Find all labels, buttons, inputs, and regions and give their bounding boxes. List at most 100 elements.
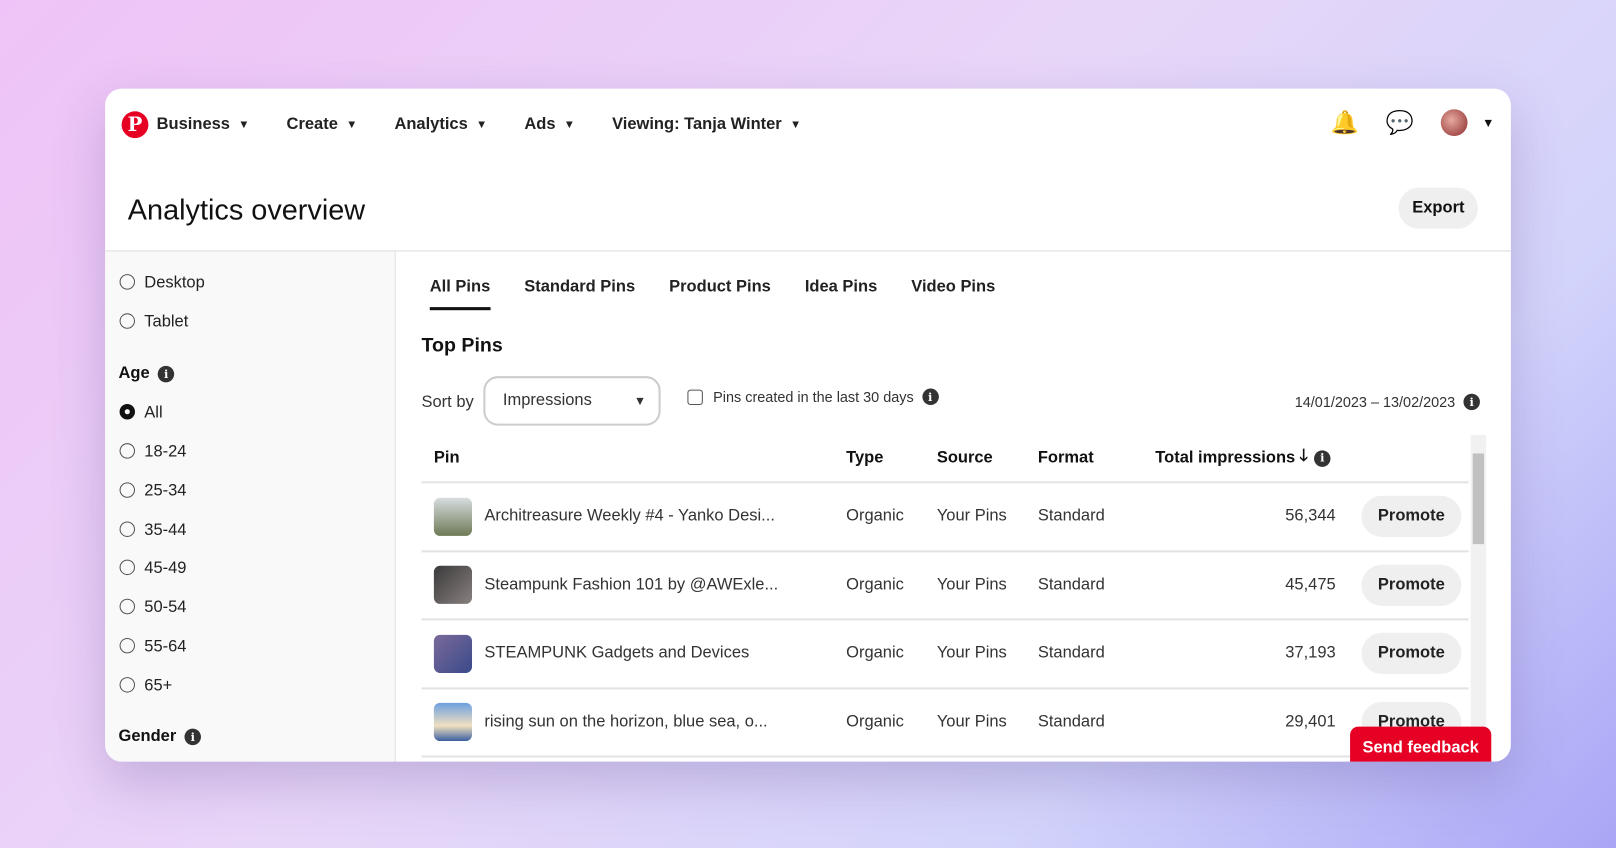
table-row[interactable]: STEAMPUNK Gadgets and Devices Organic Yo… (421, 620, 1469, 689)
pin-thumbnail[interactable] (433, 566, 473, 605)
nav-label: Business (156, 115, 230, 133)
top-pins-table: Pin Type Source Format Total impressions… (421, 435, 1469, 758)
tab-idea-pins[interactable]: Idea Pins (805, 278, 877, 310)
table-row[interactable]: Architreasure Weekly #4 - Yanko Desi... … (421, 483, 1469, 552)
pin-title[interactable]: Architreasure Weekly #4 - Yanko Desi... (484, 507, 775, 526)
radio-label: Tablet (144, 313, 189, 331)
top-nav: P Business ▼ Create ▼ Analytics ▼ Ads ▼ View… (121, 109, 1494, 140)
pin-thumbnail[interactable] (433, 703, 473, 742)
pin-title[interactable]: STEAMPUNK Gadgets and Devices (484, 644, 749, 663)
checkbox-icon[interactable] (687, 389, 703, 405)
promote-button[interactable]: Promote (1361, 495, 1462, 538)
promote-button[interactable]: Promote (1361, 564, 1462, 606)
age-heading: Age i (119, 365, 175, 384)
nav-label: Viewing: Tanja Winter (612, 115, 782, 133)
bell-icon[interactable]: 🔔 (1331, 109, 1359, 136)
nav-analytics[interactable]: Analytics ▼ (394, 115, 487, 134)
tab-standard-pins[interactable]: Standard Pins (524, 278, 635, 310)
scrollbar[interactable] (1470, 434, 1487, 762)
arrow-down-icon: 🡓 (1299, 447, 1308, 465)
radio-tablet[interactable]: Tablet (119, 312, 189, 332)
col-format: Format (1037, 448, 1094, 467)
nav-viewing-account[interactable]: Viewing: Tanja Winter ▼ (612, 115, 801, 134)
col-impressions[interactable]: Total impressions 🡓 i (1155, 444, 1361, 472)
col-source: Source (936, 448, 993, 467)
type-cell: Organic (846, 712, 904, 731)
nav-label: Ads (524, 115, 556, 133)
radio-circle-icon (119, 481, 136, 498)
filters-sidebar: Desktop Tablet Age i All 18-24 25-34 35-4… (105, 251, 396, 762)
avatar[interactable] (1440, 109, 1468, 137)
radio-label: 45-49 (144, 559, 187, 578)
source-cell: Your Pins (936, 575, 1007, 594)
radio-circle-icon (119, 676, 136, 693)
col-type: Type (846, 448, 884, 467)
pinterest-logo[interactable]: P (121, 111, 149, 139)
format-cell: Standard (1037, 644, 1105, 662)
send-feedback-button[interactable]: Send feedback (1350, 726, 1492, 762)
table-header: Pin Type Source Format Total impressions… (421, 435, 1469, 484)
tab-all-pins[interactable]: All Pins (429, 278, 491, 311)
date-range-text: 14/01/2023 – 13/02/2023 (1294, 393, 1456, 411)
source-cell: Your Pins (936, 712, 1007, 731)
radio-checked-icon (119, 403, 136, 419)
radio-circle-icon (119, 559, 136, 575)
pin-thumbnail[interactable] (433, 634, 473, 673)
chevron-down-icon: ▼ (238, 118, 250, 131)
radio-age-45-49[interactable]: 45-49 (119, 559, 187, 579)
info-icon[interactable]: i (1463, 393, 1480, 411)
chevron-down-icon[interactable]: ▼ (1482, 115, 1494, 129)
info-icon[interactable]: i (157, 365, 175, 383)
radio-label: All (144, 403, 163, 422)
format-cell: Standard (1037, 712, 1105, 731)
gender-heading: Gender i (119, 728, 201, 747)
export-button[interactable]: Export (1398, 187, 1478, 229)
radio-label: 55-64 (144, 637, 187, 656)
radio-circle-icon (119, 273, 136, 290)
radio-age-65-plus[interactable]: 65+ (119, 676, 172, 696)
col-pin: Pin (433, 448, 460, 467)
radio-age-18-24[interactable]: 18-24 (119, 442, 187, 462)
checkbox-label: Pins created in the last 30 days (713, 388, 914, 406)
info-icon[interactable]: i (921, 388, 939, 406)
messages-icon[interactable]: 💬 (1386, 109, 1414, 136)
radio-label: Desktop (144, 274, 205, 292)
radio-label: 18-24 (144, 443, 187, 461)
chevron-down-icon: ▼ (789, 118, 802, 131)
nav-label: Analytics (394, 115, 468, 133)
app-window: P Business ▼ Create ▼ Analytics ▼ Ads ▼ View… (105, 88, 1511, 762)
heading-text: Age (118, 364, 150, 383)
table-row[interactable]: Steampunk Fashion 101 by @AWExle... Orga… (421, 552, 1469, 621)
radio-circle-icon (119, 442, 136, 459)
tab-video-pins[interactable]: Video Pins (911, 278, 995, 310)
promote-button[interactable]: Promote (1361, 633, 1462, 675)
impressions-cell: 56,344 (1285, 507, 1336, 525)
radio-circle-icon (119, 637, 136, 653)
impressions-cell: 37,193 (1285, 644, 1336, 662)
radio-age-35-44[interactable]: 35-44 (119, 520, 186, 540)
sort-value: Impressions (502, 391, 592, 410)
info-icon[interactable]: i (1314, 449, 1331, 467)
pin-type-tabs: All Pins Standard Pins Product Pins Idea… (429, 278, 995, 311)
radio-age-25-34[interactable]: 25-34 (119, 481, 186, 501)
pin-thumbnail[interactable] (433, 497, 473, 536)
nav-ads[interactable]: Ads ▼ (524, 115, 575, 134)
scrollbar-thumb[interactable] (1472, 453, 1485, 545)
radio-desktop[interactable]: Desktop (119, 273, 205, 293)
radio-age-50-54[interactable]: 50-54 (119, 598, 186, 618)
pin-title[interactable]: rising sun on the horizon, blue sea, o..… (484, 713, 767, 732)
type-cell: Organic (846, 507, 904, 525)
sort-select[interactable]: Impressions ▼ (483, 376, 661, 426)
tab-product-pins[interactable]: Product Pins (669, 278, 771, 310)
table-row[interactable]: rising sun on the horizon, blue sea, o..… (421, 689, 1469, 758)
info-icon[interactable]: i (184, 728, 201, 746)
chevron-down-icon: ▼ (346, 118, 358, 131)
heading-text: Gender (118, 727, 177, 746)
format-cell: Standard (1037, 507, 1105, 525)
recent-pins-checkbox[interactable]: Pins created in the last 30 days i (687, 388, 939, 406)
nav-create[interactable]: Create ▼ (287, 115, 358, 134)
radio-age-all[interactable]: All (119, 403, 163, 423)
nav-business[interactable]: Business ▼ (157, 115, 250, 134)
radio-age-55-64[interactable]: 55-64 (119, 637, 187, 657)
pin-title[interactable]: Steampunk Fashion 101 by @AWExle... (484, 576, 778, 595)
